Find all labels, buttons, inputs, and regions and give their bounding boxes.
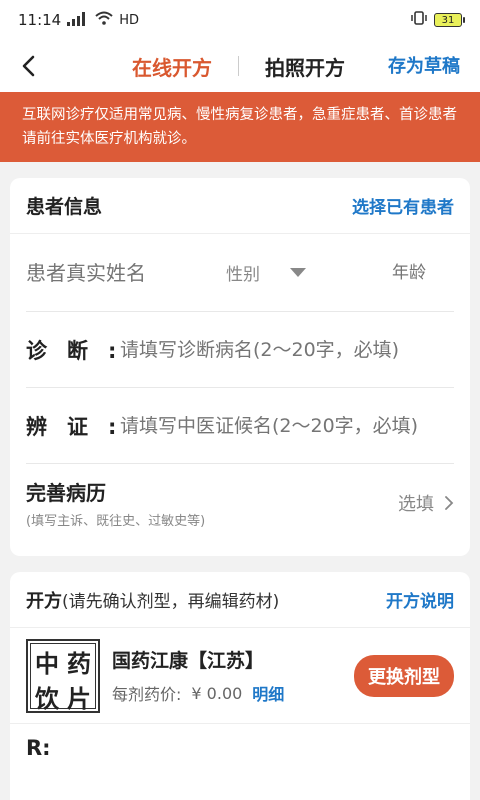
medical-history-action: 选填 bbox=[398, 490, 454, 516]
syndrome-row: 辨证: bbox=[26, 388, 454, 464]
price-label: 每剂药价: bbox=[112, 685, 182, 704]
tab-divider bbox=[238, 56, 239, 76]
pharmacy-info: 国药江康【江苏】 每剂药价: ¥ 0.00 明细 bbox=[112, 646, 284, 705]
notice-banner: 互联网诊疗仅适用常见病、慢性病复诊患者，急重症患者、首诊患者请前往实体医疗机构就… bbox=[0, 92, 480, 162]
status-left: 11:14 HD bbox=[18, 11, 139, 29]
vibrate-icon bbox=[410, 11, 428, 29]
select-existing-patient-button[interactable]: 选择已有患者 bbox=[352, 193, 454, 218]
logo-char: 片 bbox=[67, 683, 91, 713]
price-detail-link[interactable]: 明细 bbox=[252, 681, 284, 705]
save-draft-button[interactable]: 存为草稿 bbox=[388, 52, 460, 78]
diagnosis-input[interactable] bbox=[120, 329, 454, 370]
patient-info-header: 患者信息 选择已有患者 bbox=[10, 178, 470, 234]
herbal-slices-logo: 中 药 饮 片 bbox=[26, 638, 100, 713]
battery-level: 31 bbox=[441, 14, 455, 26]
gender-select[interactable]: 性别 bbox=[226, 253, 334, 293]
herbal-slices-logo-inner: 中 药 饮 片 bbox=[30, 642, 96, 713]
age-input[interactable] bbox=[364, 252, 454, 293]
prescription-header: 开方 (请先确认剂型，再编辑药材) 开方说明 bbox=[10, 572, 470, 628]
rx-label: R: bbox=[26, 736, 51, 760]
optional-label: 选填 bbox=[398, 494, 434, 515]
patient-name-input[interactable] bbox=[26, 252, 196, 293]
wifi-icon bbox=[95, 11, 113, 29]
chevron-left-icon bbox=[22, 55, 35, 77]
prescription-title: 开方 bbox=[26, 590, 62, 612]
pharmacy-row: 中 药 饮 片 国药江康【江苏】 每剂药价: ¥ 0.00 明细 更换剂型 bbox=[10, 628, 470, 724]
status-right: 31 bbox=[410, 11, 465, 29]
patient-info-card: 患者信息 选择已有患者 性别 诊断: 辨证: 完善病历 (填写主诉、既往史、过敏… bbox=[10, 178, 470, 556]
patient-info-title: 患者信息 bbox=[26, 196, 103, 218]
status-time: 11:14 bbox=[18, 11, 62, 29]
signal-icon bbox=[67, 11, 89, 29]
prescription-instructions-button[interactable]: 开方说明 bbox=[386, 587, 454, 612]
hd-indicator: HD bbox=[119, 12, 140, 28]
prescription-card: 开方 (请先确认剂型，再编辑药材) 开方说明 中 药 饮 片 国药江康【江苏】 … bbox=[10, 572, 470, 800]
dropdown-triangle-icon bbox=[290, 268, 306, 277]
battery-icon: 31 bbox=[434, 13, 465, 27]
gender-placeholder: 性别 bbox=[226, 265, 260, 285]
chevron-right-icon bbox=[445, 496, 454, 510]
logo-char: 中 bbox=[35, 648, 59, 678]
syndrome-input[interactable] bbox=[120, 405, 454, 446]
tab-photo-prescribe[interactable]: 拍照开方 bbox=[265, 52, 345, 81]
diagnosis-row: 诊断: bbox=[26, 312, 454, 388]
medical-history-subtitle: (填写主诉、既往史、过敏史等) bbox=[26, 514, 206, 529]
prescribe-tabs: 在线开方 拍照开方 bbox=[132, 40, 345, 92]
diagnosis-label: 诊断: bbox=[26, 338, 137, 363]
patient-basic-row: 性别 bbox=[26, 234, 454, 312]
syndrome-label: 辨证: bbox=[26, 414, 137, 439]
change-dosage-form-button[interactable]: 更换剂型 bbox=[354, 654, 454, 697]
price-value: ¥ 0.00 bbox=[191, 683, 243, 703]
prescription-hint: (请先确认剂型，再编辑药材) bbox=[62, 592, 280, 612]
medical-history-title: 完善病历 bbox=[26, 481, 106, 505]
pharmacy-name: 国药江康【江苏】 bbox=[112, 650, 265, 672]
logo-char: 药 bbox=[67, 648, 91, 678]
medical-history-row[interactable]: 完善病历 (填写主诉、既往史、过敏史等) 选填 bbox=[26, 464, 454, 542]
logo-char: 饮 bbox=[35, 683, 59, 713]
price-line: 每剂药价: ¥ 0.00 明细 bbox=[112, 681, 284, 705]
status-bar: 11:14 HD 31 bbox=[0, 0, 480, 40]
nav-bar: 在线开方 拍照开方 存为草稿 bbox=[0, 40, 480, 92]
tab-online-prescribe[interactable]: 在线开方 bbox=[132, 52, 212, 81]
back-button[interactable] bbox=[14, 52, 42, 80]
medical-history-main: 完善病历 (填写主诉、既往史、过敏史等) bbox=[26, 477, 205, 529]
